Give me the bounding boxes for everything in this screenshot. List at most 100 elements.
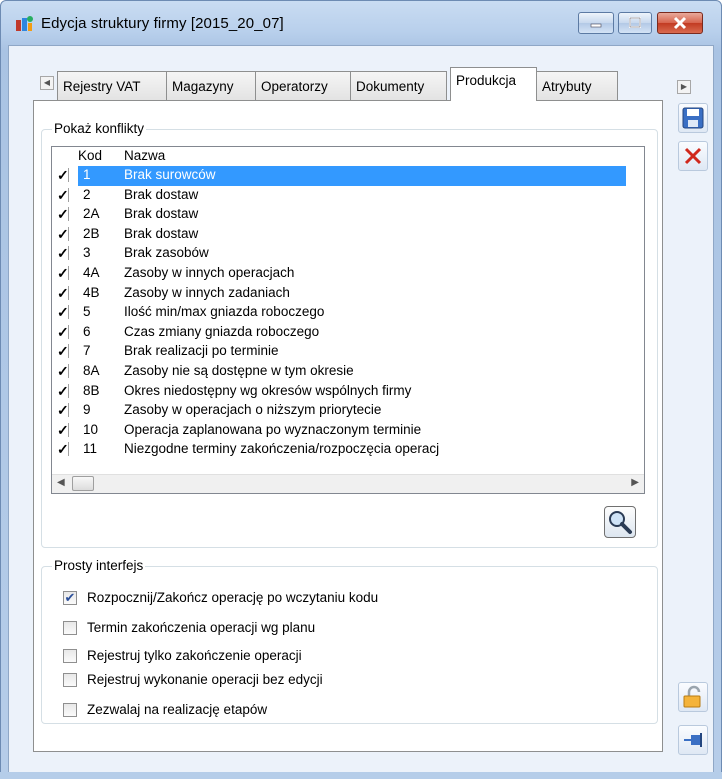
row-checkbox[interactable]: ✓ — [57, 422, 69, 437]
row-name: Niezgodne terminy zakończenia/rozpoczęci… — [124, 441, 440, 457]
table-row[interactable]: ✓ 2B Brak dostaw — [52, 225, 626, 245]
tab-operatorzy[interactable]: Operatorzy — [255, 71, 351, 100]
tab-scroll-left-button[interactable]: ◀ — [40, 76, 54, 90]
row-code: 2B — [83, 225, 100, 241]
option-label: Rejestruj wykonanie operacji bez edycji — [87, 672, 323, 687]
row-name: Brak dostaw — [124, 225, 199, 241]
row-checkbox[interactable]: ✓ — [57, 168, 69, 182]
save-button[interactable] — [678, 103, 708, 133]
table-row[interactable]: ✓ 9 Zasoby w operacjach o niższym prioryte… — [52, 401, 626, 421]
pin-icon — [684, 733, 702, 747]
tab-rejestry-vat[interactable]: Rejestry VAT — [57, 71, 167, 100]
tab-scroll-right-button[interactable]: ▶ — [677, 80, 691, 94]
row-name: Brak zasobów — [124, 245, 209, 261]
scrollbar-thumb[interactable] — [72, 476, 94, 491]
table-row[interactable]: ✓ 10 Operacja zaplanowana po wyznaczonym t… — [52, 421, 626, 441]
window-title: Edycja struktury firmy [2015_20_07] — [41, 15, 284, 32]
row-code: 5 — [83, 304, 91, 320]
row-checkbox[interactable]: ✓ — [57, 344, 69, 359]
row-checkbox[interactable]: ✓ — [57, 285, 69, 300]
app-icon — [16, 16, 33, 31]
chevron-left-icon: ◀ — [43, 78, 51, 87]
table-row[interactable]: ✓ 2A Brak dostaw — [52, 205, 626, 225]
row-name: Brak surowców — [124, 167, 216, 182]
conflicts-list[interactable]: Kod Nazwa ✓ 1 Brak surowców ✓ 2 Brak dostaw ✓ 2… — [51, 146, 645, 494]
table-row[interactable]: ✓ 4A Zasoby w innych operacjach — [52, 264, 626, 284]
simple-interface-group-label: Prosty interfejs — [52, 558, 146, 573]
minimize-icon — [590, 23, 602, 28]
row-name: Zasoby nie są dostępne w tym okresie — [124, 363, 354, 378]
close-button[interactable] — [657, 12, 703, 34]
conflicts-group-label: Pokaż konflikty — [52, 121, 147, 136]
table-row[interactable]: ✓ 8A Zasoby nie są dostępne w tym okresie — [52, 362, 626, 382]
table-row[interactable]: ✓ 7 Brak realizacji po terminie — [52, 342, 626, 362]
column-header-code[interactable]: Kod — [78, 148, 102, 163]
column-header-name[interactable]: Nazwa — [124, 148, 165, 163]
row-checkbox[interactable]: ✓ — [57, 207, 69, 222]
row-name: Okres niedostępny wg okresów wspólnych f… — [124, 382, 412, 398]
checkbox[interactable] — [63, 621, 77, 635]
row-code: 9 — [83, 402, 91, 418]
row-code: 8A — [83, 363, 100, 378]
table-row[interactable]: ✓ 3 Brak zasobów — [52, 244, 626, 264]
table-row[interactable]: ✓ 4B Zasoby w innych zadaniach — [52, 284, 626, 304]
tab-magazyny[interactable]: Magazyny — [166, 71, 256, 100]
row-code: 4B — [83, 284, 100, 300]
row-name: Brak dostaw — [124, 206, 199, 222]
row-code: 8B — [83, 382, 100, 398]
row-checkbox[interactable]: ✓ — [57, 246, 69, 261]
row-name: Brak realizacji po terminie — [124, 343, 279, 359]
option-label: Termin zakończenia operacji wg planu — [87, 620, 316, 635]
row-name: Czas zmiany gniazda roboczego — [124, 323, 320, 339]
title-bar[interactable]: Edycja struktury firmy [2015_20_07] — [1, 1, 721, 45]
checkbox[interactable] — [63, 649, 77, 663]
row-checkbox[interactable]: ✓ — [57, 324, 69, 339]
scroll-right-icon[interactable]: ▶ — [631, 477, 639, 488]
row-checkbox[interactable]: ✓ — [57, 442, 69, 457]
row-code: 2 — [83, 186, 91, 202]
row-code: 10 — [83, 421, 99, 437]
tab-atrybuty[interactable]: Atrybuty — [536, 71, 618, 100]
row-name: Ilość min/max gniazda roboczego — [124, 304, 325, 320]
option-label: Zezwalaj na realizację etapów — [87, 702, 268, 717]
cancel-icon — [684, 147, 702, 165]
row-name: Zasoby w innych operacjach — [124, 265, 295, 280]
table-row[interactable]: ✓ 2 Brak dostaw — [52, 186, 626, 206]
checkbox[interactable] — [63, 673, 77, 687]
row-checkbox[interactable]: ✓ — [57, 305, 69, 320]
maximize-icon — [629, 17, 641, 28]
row-checkbox[interactable]: ✓ — [57, 383, 69, 398]
row-checkbox[interactable]: ✓ — [57, 187, 69, 202]
table-row[interactable]: ✓ 11 Niezgodne terminy zakończenia/rozpocz… — [52, 440, 626, 460]
table-row[interactable]: ✓ 8B Okres niedostępny wg okresów wspólnyc… — [52, 382, 626, 402]
tab-produkcja[interactable]: Produkcja — [450, 67, 537, 101]
pin-button[interactable] — [678, 725, 708, 755]
search-button[interactable] — [604, 506, 636, 538]
checkbox[interactable] — [63, 703, 77, 717]
scroll-left-icon[interactable]: ◀ — [57, 477, 65, 488]
close-icon — [673, 16, 687, 30]
table-row[interactable]: ✓ 1 Brak surowców — [52, 166, 626, 186]
row-code: 7 — [83, 343, 91, 359]
tab-dokumenty[interactable]: Dokumenty — [350, 71, 447, 100]
list-header: Kod Nazwa — [52, 147, 644, 166]
row-name: Zasoby w innych zadaniach — [124, 284, 290, 300]
minimize-button[interactable] — [578, 12, 614, 34]
horizontal-scrollbar[interactable]: ◀ ▶ — [52, 474, 644, 493]
row-checkbox[interactable]: ✓ — [57, 403, 69, 418]
table-row[interactable]: ✓ 6 Czas zmiany gniazda roboczego — [52, 323, 626, 343]
row-checkbox[interactable]: ✓ — [57, 364, 69, 378]
row-checkbox[interactable]: ✓ — [57, 226, 69, 241]
row-code: 3 — [83, 245, 91, 261]
maximize-button[interactable] — [618, 12, 652, 34]
row-checkbox[interactable]: ✓ — [57, 266, 69, 280]
option-label: Rejestruj tylko zakończenie operacji — [87, 648, 302, 663]
checkbox[interactable]: ✔ — [63, 591, 77, 605]
magnifier-icon — [609, 511, 632, 534]
cancel-button[interactable] — [678, 141, 708, 171]
row-code: 1 — [83, 167, 91, 182]
lock-button[interactable] — [678, 682, 708, 712]
row-code: 6 — [83, 323, 91, 339]
row-name: Brak dostaw — [124, 186, 199, 202]
table-row[interactable]: ✓ 5 Ilość min/max gniazda roboczego — [52, 303, 626, 323]
